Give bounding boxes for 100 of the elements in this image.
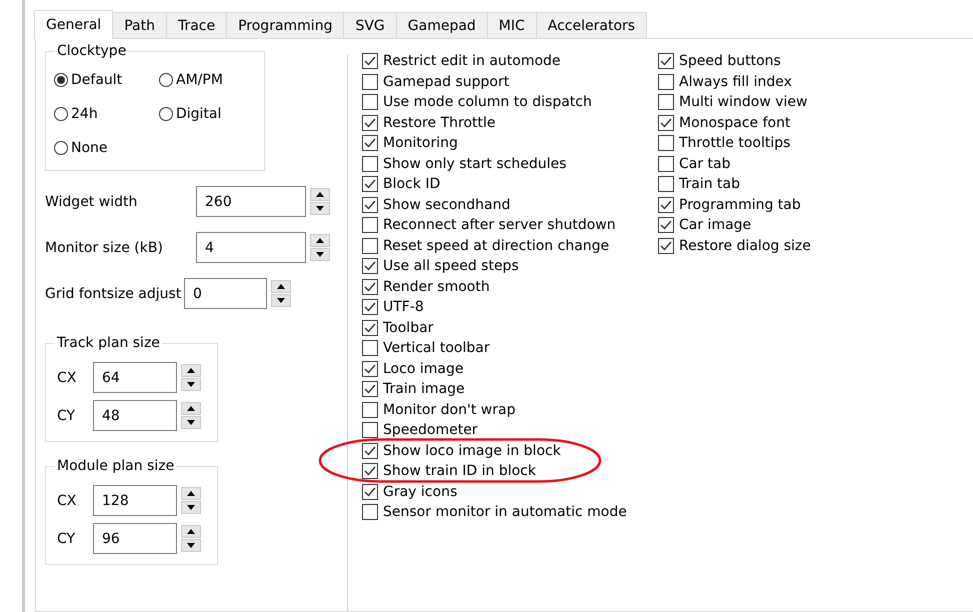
- checkbox[interactable]: Render smooth: [362, 276, 658, 297]
- check-icon: [364, 179, 376, 190]
- down-arrow-icon: [187, 543, 195, 548]
- number-field[interactable]: 64: [93, 362, 177, 393]
- check-icon: [364, 322, 376, 333]
- field-label: Monitor size (kB): [45, 240, 164, 256]
- tab[interactable]: Accelerators: [536, 12, 648, 38]
- checkbox[interactable]: Monospace font: [658, 112, 958, 133]
- check-icon: [660, 56, 672, 66]
- spin-down-button[interactable]: [310, 248, 330, 261]
- checkbox[interactable]: Sensor monitor in automatic mode: [362, 502, 658, 522]
- spin-down-button[interactable]: [181, 378, 201, 391]
- check-icon: [364, 302, 376, 312]
- group-title: Clocktype: [55, 43, 128, 59]
- spin-down-button[interactable]: [310, 202, 330, 215]
- checkbox[interactable]: Reset speed at direction change: [362, 236, 658, 256]
- tab[interactable]: SVG: [343, 12, 397, 38]
- field-label: Grid fontsize adjust: [45, 286, 182, 302]
- down-arrow-icon: [316, 252, 324, 257]
- down-arrow-icon: [187, 505, 195, 510]
- tab[interactable]: Path: [112, 12, 167, 38]
- checkbox[interactable]: Gamepad support: [362, 72, 658, 92]
- checkbox[interactable]: Always fill index: [658, 72, 958, 92]
- checkbox[interactable]: UTF-8: [362, 297, 658, 318]
- checkbox[interactable]: Train image: [362, 379, 658, 400]
- spin-up-button[interactable]: [181, 364, 201, 377]
- radio-button[interactable]: Default: [54, 66, 159, 94]
- spin-up-button[interactable]: [181, 487, 201, 500]
- number-field[interactable]: 48: [93, 400, 177, 431]
- field-label: CY: [57, 530, 76, 546]
- check-icon: [660, 220, 672, 230]
- check-icon: [660, 118, 672, 128]
- group-title: Module plan size: [55, 458, 176, 474]
- checkbox[interactable]: Restore dialog size: [658, 236, 958, 256]
- checkbox[interactable]: Use mode column to dispatch: [362, 92, 658, 112]
- number-field[interactable]: 96: [93, 523, 177, 554]
- tab[interactable]: Gamepad: [396, 12, 488, 38]
- checkbox[interactable]: Throttle tooltips: [658, 133, 958, 154]
- checkbox[interactable]: Monitoring: [362, 133, 658, 154]
- tab[interactable]: Programming: [226, 12, 344, 38]
- radio-button[interactable]: Digital: [159, 100, 259, 128]
- checkbox[interactable]: Gray icons: [362, 482, 658, 502]
- check-icon: [364, 486, 376, 497]
- up-arrow-icon: [187, 529, 195, 534]
- check-icon: [364, 364, 376, 374]
- spin-down-button[interactable]: [181, 539, 201, 552]
- checkbox[interactable]: Show only start schedules: [362, 154, 658, 174]
- spin-up-button[interactable]: [181, 525, 201, 538]
- radio-button[interactable]: 24h: [54, 100, 159, 128]
- check-icon: [364, 118, 376, 128]
- checkbox[interactable]: Multi window view: [658, 92, 958, 112]
- number-field[interactable]: 128: [93, 485, 177, 516]
- spin-down-button[interactable]: [181, 416, 201, 429]
- checkbox[interactable]: Car tab: [658, 154, 958, 174]
- number-field[interactable]: 0: [184, 278, 267, 309]
- checkbox[interactable]: Speedometer: [362, 420, 658, 440]
- spin-up-button[interactable]: [181, 402, 201, 415]
- spin-down-button[interactable]: [181, 501, 201, 514]
- number-field[interactable]: 4: [196, 232, 306, 263]
- checkbox[interactable]: Use all speed steps: [362, 256, 658, 276]
- checkbox[interactable]: Toolbar: [362, 318, 658, 338]
- check-icon: [364, 384, 376, 394]
- down-arrow-icon: [316, 206, 324, 211]
- checkbox[interactable]: Restore Throttle: [362, 112, 658, 133]
- field-label: Widget width: [45, 194, 138, 210]
- up-arrow-icon: [187, 491, 195, 496]
- check-icon: [364, 200, 376, 210]
- checkbox[interactable]: Block ID: [362, 174, 658, 194]
- checkbox[interactable]: Car image: [658, 215, 958, 236]
- spin-up-button[interactable]: [310, 188, 330, 201]
- check-icon: [364, 138, 376, 148]
- checkbox[interactable]: Restrict edit in automode: [362, 51, 658, 72]
- field-label: CY: [57, 408, 76, 424]
- tab[interactable]: General: [34, 10, 114, 39]
- checkbox[interactable]: Train tab: [658, 174, 958, 194]
- spin-up-button[interactable]: [271, 280, 291, 293]
- checkbox[interactable]: Vertical toolbar: [362, 338, 658, 358]
- tab[interactable]: Trace: [166, 12, 228, 38]
- checkbox[interactable]: Speed buttons: [658, 51, 958, 72]
- spin-up-button[interactable]: [310, 234, 330, 247]
- checkbox[interactable]: Show loco image in block: [362, 440, 658, 461]
- radio-button[interactable]: AM/PM: [159, 66, 259, 94]
- check-icon: [660, 240, 672, 251]
- checkbox[interactable]: Monitor don't wrap: [362, 400, 658, 420]
- up-arrow-icon: [277, 284, 285, 289]
- field-label: CX: [57, 492, 78, 508]
- down-arrow-icon: [187, 420, 195, 425]
- radio-button[interactable]: None: [54, 134, 159, 162]
- number-field[interactable]: 260: [196, 186, 306, 217]
- checkbox[interactable]: Show secondhand: [362, 194, 658, 215]
- checkbox[interactable]: Programming tab: [658, 194, 958, 215]
- check-icon: [660, 200, 672, 210]
- spin-down-button[interactable]: [271, 294, 291, 307]
- checkbox[interactable]: Reconnect after server shutdown: [362, 215, 658, 236]
- tab[interactable]: MIC: [486, 12, 537, 38]
- up-arrow-icon: [187, 406, 195, 411]
- checkbox[interactable]: Show train ID in block: [362, 461, 658, 482]
- checkbox[interactable]: Loco image: [362, 358, 658, 379]
- down-arrow-icon: [187, 382, 195, 387]
- check-icon: [364, 466, 376, 476]
